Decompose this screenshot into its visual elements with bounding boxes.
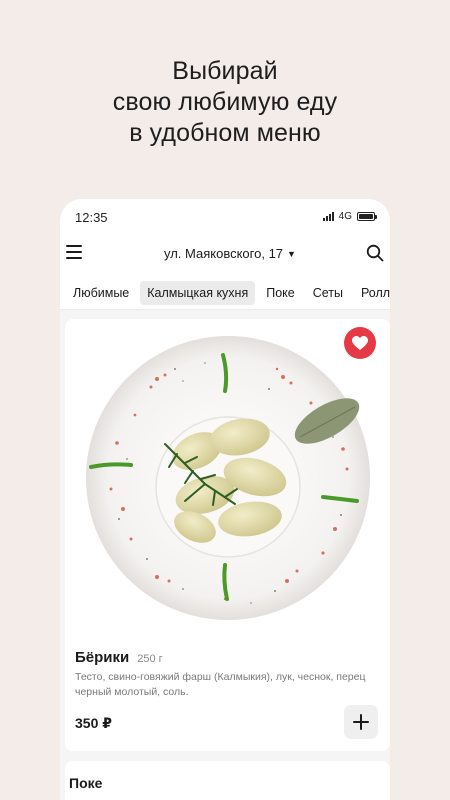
address-label: ул. Маяковского, 17 bbox=[164, 246, 284, 261]
add-to-cart-button[interactable] bbox=[344, 705, 378, 739]
tab-sets[interactable]: Сеты bbox=[306, 281, 350, 305]
dish-description: Тесто, свино-говяжий фарш (Калмыкия), лу… bbox=[75, 671, 366, 698]
dish-name: Бёрики bbox=[75, 649, 130, 666]
signal-icon bbox=[322, 212, 334, 221]
hamburger-menu-icon[interactable] bbox=[66, 245, 82, 259]
promo-line-2: свою любимую еду bbox=[112, 88, 338, 116]
chevron-down-icon: ▼ bbox=[287, 249, 296, 259]
promo-headline: Выбирай свою любимую еду в удобном меню bbox=[0, 56, 450, 149]
tab-favorites[interactable]: Любимые bbox=[66, 281, 136, 305]
search-icon[interactable] bbox=[366, 244, 384, 262]
network-type: 4G bbox=[338, 211, 352, 222]
promo-line-1: Выбирай bbox=[172, 57, 278, 85]
dish-weight: 250 г bbox=[137, 653, 163, 665]
plus-icon bbox=[353, 714, 369, 730]
promo-line-3: в удобном меню bbox=[129, 119, 321, 147]
product-card[interactable]: Бёрики 250 г Тесто, свино-говяжий фарш (… bbox=[65, 319, 390, 751]
phone-screen: 12:35 4G ул. Маяковского, 17 ▼ Любимые К… bbox=[60, 199, 390, 800]
battery-icon bbox=[357, 212, 377, 221]
favorite-button[interactable] bbox=[344, 327, 376, 359]
section-poke: Поке bbox=[65, 761, 390, 800]
status-bar: 12:35 4G bbox=[60, 199, 390, 233]
status-time: 12:35 bbox=[75, 210, 108, 225]
app-header: ул. Маяковского, 17 ▼ bbox=[60, 233, 390, 277]
heart-icon bbox=[352, 335, 368, 350]
dish-price: 350 ₽ bbox=[75, 715, 112, 731]
tab-poke[interactable]: Поке bbox=[259, 281, 302, 305]
address-selector[interactable]: ул. Маяковского, 17 ▼ bbox=[164, 246, 296, 261]
tab-rolls[interactable]: Роллы bbox=[354, 281, 390, 305]
tab-kalmyk-cuisine[interactable]: Калмыцкая кухня bbox=[140, 281, 256, 305]
status-indicators: 4G bbox=[322, 211, 377, 222]
dish-title-row: Бёрики 250 г bbox=[75, 649, 163, 666]
category-tabs: Любимые Калмыцкая кухня Поке Сеты Роллы bbox=[60, 277, 390, 310]
section-title: Поке bbox=[69, 775, 103, 791]
dish-image bbox=[86, 336, 370, 620]
